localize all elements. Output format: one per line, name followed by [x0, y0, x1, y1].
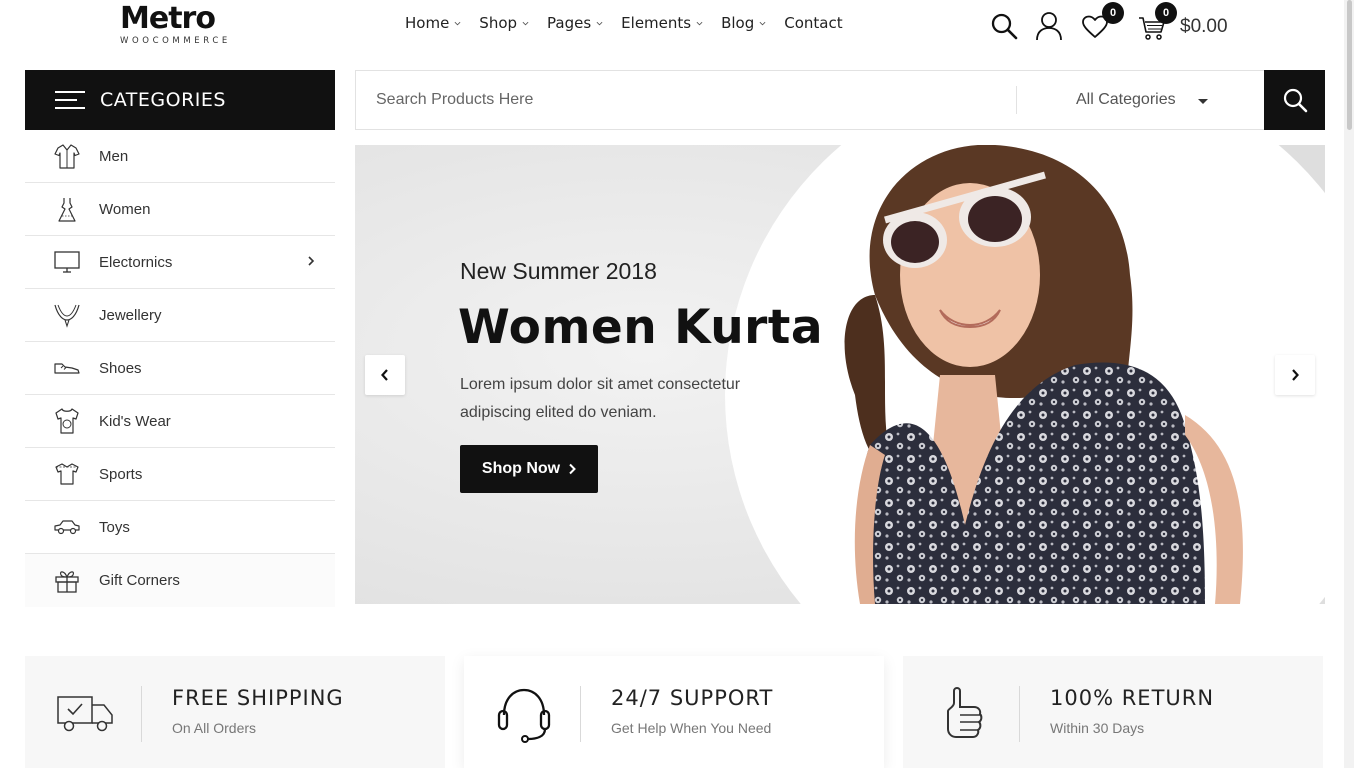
- category-label: Toys: [99, 518, 130, 536]
- nav-label: Pages: [547, 14, 592, 32]
- nav-item-home[interactable]: Home: [405, 14, 461, 32]
- slider-next-button[interactable]: [1275, 355, 1315, 395]
- nav-item-shop[interactable]: Shop: [479, 14, 529, 32]
- truck-icon: [55, 684, 115, 744]
- category-label: Shoes: [99, 359, 142, 377]
- nav-label: Shop: [479, 14, 518, 32]
- chevron-right-icon: [569, 463, 577, 475]
- feature-free-shipping: FREE SHIPPING On All Orders: [25, 656, 445, 768]
- category-item-women[interactable]: Women: [25, 183, 335, 236]
- search-divider: [1016, 86, 1017, 114]
- category-label: Sports: [99, 465, 143, 483]
- feature-return: 100% RETURN Within 30 Days: [903, 656, 1323, 768]
- nav-label: Blog: [721, 14, 755, 32]
- shirt-icon: [53, 142, 81, 170]
- nav-item-elements[interactable]: Elements: [621, 14, 703, 32]
- category-label: Electornics: [99, 253, 173, 271]
- hero-description: Lorem ipsum dolor sit amet consectetur a…: [460, 376, 741, 421]
- dress-icon: [53, 195, 81, 223]
- user-icon[interactable]: [1035, 11, 1063, 41]
- category-item-gift-corners[interactable]: Gift Corners: [25, 554, 335, 607]
- feature-title: 24/7 SUPPORT: [611, 686, 774, 710]
- monitor-icon: [53, 248, 81, 276]
- category-list: Men Women Electornics Jewellery Shoes Ki…: [25, 130, 335, 607]
- search-button[interactable]: [1264, 70, 1325, 130]
- feature-divider: [580, 686, 581, 742]
- logo-mark: Metro: [120, 1, 216, 36]
- category-item-toys[interactable]: Toys: [25, 501, 335, 554]
- site-header: Metro WOOCOMMERCE Home Shop Pages Elemen…: [0, 0, 1354, 55]
- category-item-shoes[interactable]: Shoes: [25, 342, 335, 395]
- shop-now-label: Shop Now: [481, 460, 561, 477]
- categories-header[interactable]: CATEGORIES: [25, 70, 335, 130]
- nav-label: Home: [405, 14, 450, 32]
- category-label: Gift Corners: [99, 572, 180, 589]
- hero-subtitle: New Summer 2018: [460, 258, 657, 284]
- category-item-electronics[interactable]: Electornics: [25, 236, 335, 289]
- headset-icon: [494, 684, 554, 744]
- category-label: Women: [99, 200, 151, 218]
- search-input[interactable]: [356, 71, 1016, 129]
- categories-title: CATEGORIES: [100, 89, 226, 111]
- cart-count-badge: 0: [1155, 2, 1177, 24]
- wishlist-count-badge: 0: [1102, 2, 1124, 24]
- shop-now-button[interactable]: Shop Now: [460, 445, 598, 493]
- nav-label: Elements: [621, 14, 692, 32]
- jersey-icon: [53, 460, 81, 488]
- feature-subtitle: On All Orders: [172, 720, 257, 736]
- thumbs-up-icon: [933, 684, 993, 744]
- logo[interactable]: Metro WOOCOMMERCE: [120, 2, 240, 48]
- category-select[interactable]: All Categories: [1076, 71, 1208, 129]
- search-bar: All Categories: [355, 70, 1325, 130]
- scrollbar-thumb[interactable]: [1347, 0, 1352, 130]
- feature-divider: [1019, 686, 1020, 742]
- chevron-left-icon: [381, 369, 388, 381]
- feature-divider: [141, 686, 142, 742]
- chevron-down-icon: [759, 21, 766, 25]
- category-label: Kid's Wear: [99, 412, 171, 430]
- search-icon[interactable]: [990, 12, 1018, 40]
- search-icon: [1283, 88, 1307, 113]
- hero-title: Women Kurta: [458, 300, 824, 355]
- feature-support: 24/7 SUPPORT Get Help When You Need: [464, 656, 884, 768]
- menu-icon: [55, 91, 85, 109]
- main-nav: Home Shop Pages Elements Blog Contact: [405, 14, 843, 32]
- chevron-right-icon: [308, 256, 315, 266]
- category-select-value: All Categories: [1076, 91, 1176, 108]
- kids-shirt-icon: [53, 407, 81, 435]
- nav-item-blog[interactable]: Blog: [721, 14, 766, 32]
- necklace-icon: [53, 301, 81, 329]
- gift-icon: [53, 567, 81, 595]
- category-label: Jewellery: [99, 306, 162, 324]
- category-item-sports[interactable]: Sports: [25, 448, 335, 501]
- feature-title: FREE SHIPPING: [172, 686, 344, 710]
- hero-slider: New Summer 2018 Women Kurta Lorem ipsum …: [355, 145, 1325, 604]
- slider-prev-button[interactable]: [365, 355, 405, 395]
- nav-item-contact[interactable]: Contact: [784, 14, 842, 32]
- chevron-down-icon: [696, 21, 703, 25]
- shoe-icon: [53, 354, 81, 382]
- category-item-jewellery[interactable]: Jewellery: [25, 289, 335, 342]
- chevron-right-icon: [1292, 369, 1299, 381]
- chevron-down-icon: [596, 21, 603, 25]
- category-item-men[interactable]: Men: [25, 130, 335, 183]
- chevron-down-icon: [454, 21, 461, 25]
- feature-subtitle: Within 30 Days: [1050, 720, 1145, 736]
- cart-total[interactable]: $0.00: [1180, 16, 1228, 38]
- chevron-down-icon: [522, 21, 529, 25]
- nav-item-pages[interactable]: Pages: [547, 14, 603, 32]
- category-item-kids-wear[interactable]: Kid's Wear: [25, 395, 335, 448]
- nav-label: Contact: [784, 14, 843, 32]
- category-label: Men: [99, 147, 129, 165]
- caret-down-icon: [1197, 99, 1208, 104]
- logo-subtitle: WOOCOMMERCE: [120, 36, 231, 46]
- feature-title: 100% RETURN: [1050, 686, 1215, 710]
- toy-car-icon: [53, 513, 81, 541]
- feature-subtitle: Get Help When You Need: [611, 720, 772, 736]
